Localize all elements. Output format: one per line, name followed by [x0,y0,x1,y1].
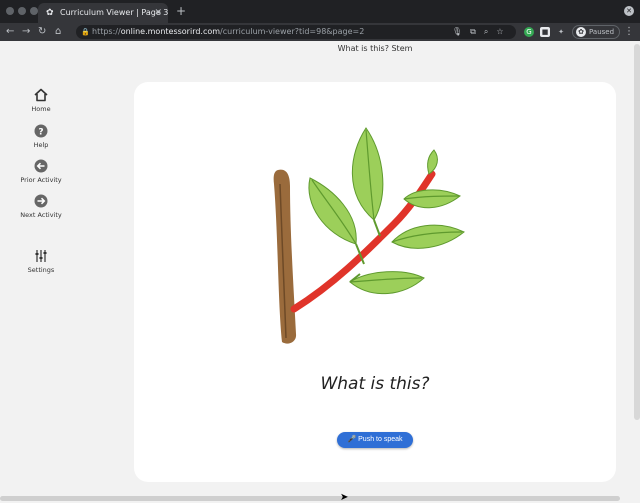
browser-tab[interactable]: ✿ Curriculum Viewer | Page 3 | … ✕ [38,3,168,23]
window-close-icon[interactable]: ✕ [624,6,634,16]
reload-icon[interactable]: ↻ [38,24,46,40]
tab-close-icon[interactable]: ✕ [154,3,162,23]
address-bar[interactable]: 🔒 https://online.montessorird.com/curric… [76,25,516,39]
zoom-icon[interactable]: ⌕ [484,27,488,36]
sidebar-item-label: Next Activity [20,211,62,219]
browser-tabbar: ✿ Curriculum Viewer | Page 3 | … ✕ + ✕ [0,0,640,23]
extension-icon[interactable]: ■ [540,27,550,37]
sliders-icon [35,250,47,262]
browser-toolbar: ← → ↻ ⌂ 🔒 https://online.montessorird.co… [0,23,640,41]
push-to-speak-button[interactable]: 🎤 Push to speak [337,432,413,448]
stem-illustration [273,127,465,344]
sidebar-item-label: Help [33,141,49,149]
sidebar-item-label: Prior Activity [20,176,62,184]
microphone-icon[interactable]: 🎙 [452,27,462,36]
grammarly-extension-icon[interactable]: G [524,27,534,37]
sidebar-item-next-activity[interactable]: Next Activity [16,194,66,219]
activity-card: What is this? 🎤 Push to speak [134,82,616,482]
help-icon: ? [34,124,48,138]
puzzle-extensions-icon[interactable]: ✦ [556,27,566,37]
sidebar-item-help[interactable]: ? Help [16,124,66,149]
open-external-icon[interactable]: ⧉ [470,27,476,36]
browser-menu-icon[interactable]: ⋮ [624,24,634,40]
home-icon [34,88,48,102]
question-text: What is this? [320,374,430,394]
vertical-scrollbar[interactable] [634,44,640,420]
url-host: online.montessorird.com [120,27,221,36]
url-path: /curriculum-viewer?tid=98&page=2 [220,27,365,36]
window-close-dot[interactable] [6,7,14,15]
svg-text:?: ? [38,128,43,138]
push-to-speak-label: Push to speak [358,436,403,443]
arrow-left-icon [34,159,48,173]
omnibox-actions: 🎙 ⧉ ⌕ ☆ [452,25,512,39]
home-browser-icon[interactable]: ⌂ [55,24,61,40]
back-icon[interactable]: ← [6,24,14,40]
forward-icon[interactable]: → [22,24,30,40]
sidebar-item-settings[interactable]: Settings [16,249,66,274]
avatar-icon: ✿ [576,27,586,37]
sidebar-item-label: Settings [27,266,55,274]
profile-paused-button[interactable]: ✿ Paused [572,25,620,39]
sidebar-item-home[interactable]: Home [16,88,66,113]
new-tab-icon[interactable]: + [176,4,186,18]
window-zoom-dot[interactable] [30,7,38,15]
tab-title: Curriculum Viewer | Page 3 | … [60,8,168,17]
lock-icon: 🔒 [81,28,90,36]
tab-favicon-icon: ✿ [46,8,54,18]
sidebar-item-label: Home [31,105,51,113]
page-title: What is this? Stem [337,44,413,53]
bookmark-star-icon[interactable]: ☆ [496,27,503,36]
horizontal-scrollbar[interactable] [0,496,620,501]
microphone-icon: 🎤 [347,436,357,443]
mouse-cursor-icon: ➤ [340,492,349,503]
arrow-right-icon [34,194,48,208]
window-minimize-dot[interactable] [18,7,26,15]
profile-status-label: Paused [589,28,615,36]
sidebar-item-prior-activity[interactable]: Prior Activity [16,159,66,184]
url-scheme: https:// [92,27,121,36]
